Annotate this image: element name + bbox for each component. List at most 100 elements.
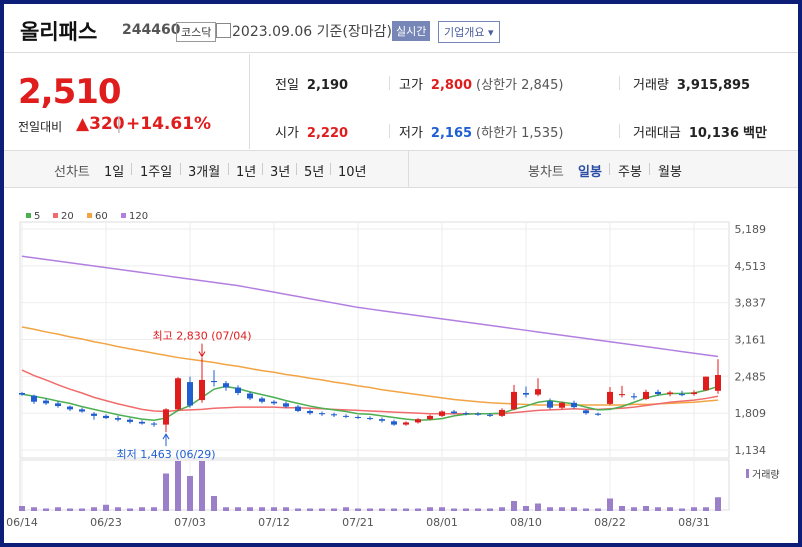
volume-bar	[379, 508, 385, 511]
chart-tabs: 선차트 1일 1주일 3개월 1년 3년 5년 10년 봉차트 일봉 주봉 월봉	[4, 150, 798, 188]
candle-body	[235, 387, 241, 393]
y-tick-label: 4,513	[735, 260, 767, 273]
stats-grid: 전일 2,190 고가 2,800 (상한가 2,845) 거래량 3,915,895 …	[249, 54, 798, 149]
candle-body	[679, 394, 685, 396]
volume-bar	[343, 507, 349, 511]
tab-1w[interactable]: 1주일	[140, 161, 172, 180]
volume-bar	[403, 508, 409, 511]
candle-body	[571, 402, 577, 408]
header: 올리패스 244460 코스닥 2023.09.06 기준(장마감) 실시간 기…	[4, 4, 798, 53]
volume-bar	[523, 506, 529, 511]
y-tick-label: 1,134	[735, 444, 767, 457]
volume-bar	[43, 508, 49, 511]
volume-bar	[103, 504, 109, 511]
candle-body	[247, 393, 253, 399]
candle-body	[103, 415, 109, 419]
candle-body	[475, 413, 481, 415]
separator: |	[116, 114, 122, 134]
candle-body	[523, 392, 529, 395]
x-tick-label: 07/21	[342, 516, 374, 529]
calendar-icon	[216, 23, 231, 38]
candle-body	[115, 418, 121, 420]
candle-body	[391, 421, 397, 425]
candle-body	[295, 406, 301, 411]
volume-bar	[163, 473, 169, 511]
tab-5y[interactable]: 5년	[304, 161, 324, 180]
volume-bar	[475, 508, 481, 511]
candle-body	[487, 414, 493, 416]
x-tick-label: 06/14	[6, 516, 38, 529]
max-label: 최고 2,830 (07/04)	[152, 330, 251, 343]
candle-body	[355, 416, 361, 418]
candle-body	[607, 391, 613, 404]
x-tick-label: 06/23	[90, 516, 122, 529]
realtime-button[interactable]: 실시간	[392, 21, 431, 41]
change-percent: +14.61%	[126, 114, 212, 134]
candle-body	[259, 398, 265, 402]
volume-bar	[415, 508, 421, 511]
volume-bar	[487, 508, 493, 511]
volume-bar	[643, 506, 649, 511]
candle-chart-label: 봉차트	[528, 165, 564, 180]
current-price: 2,510	[18, 72, 122, 112]
tab-weekly[interactable]: 주봉	[618, 161, 642, 180]
candle-body	[31, 395, 37, 402]
tab-1d[interactable]: 1일	[104, 161, 124, 180]
volume-bar	[595, 508, 601, 511]
candle-body	[331, 414, 337, 416]
company-info-button[interactable]: 기업개요 ▾	[438, 21, 500, 43]
tab-3m[interactable]: 3개월	[188, 161, 220, 180]
candle-body	[451, 411, 457, 414]
volume-bar	[235, 507, 241, 511]
candle-body	[691, 392, 697, 395]
volume-bar	[391, 508, 397, 511]
stock-code: 244460	[122, 22, 181, 38]
candle-body	[619, 394, 625, 396]
volume-bar	[703, 507, 709, 511]
volume-bar	[67, 508, 73, 511]
y-tick-label: 3,837	[735, 297, 767, 310]
volume-bar	[715, 497, 721, 511]
volume-bar	[91, 507, 97, 511]
volume-bar	[691, 507, 697, 511]
volume-bar	[199, 461, 205, 511]
volume-bar	[295, 508, 301, 511]
candle-body	[343, 415, 349, 417]
legend-swatch	[87, 213, 92, 218]
volume-bar	[451, 508, 457, 511]
stat-prev: 전일 2,190	[275, 78, 349, 93]
volume-bar	[463, 508, 469, 511]
volume-bar	[535, 503, 541, 511]
candle-body	[379, 419, 385, 421]
volume-bar	[175, 461, 181, 511]
tab-1y[interactable]: 1년	[236, 161, 256, 180]
stock-panel: 올리패스 244460 코스닥 2023.09.06 기준(장마감) 실시간 기…	[4, 4, 798, 543]
legend-swatch	[53, 213, 58, 218]
y-tick-label: 1,809	[735, 407, 767, 420]
tab-10y[interactable]: 10년	[338, 161, 367, 180]
tab-3y[interactable]: 3년	[270, 161, 290, 180]
volume-bar	[619, 506, 625, 511]
volume-bar	[31, 507, 37, 511]
tab-daily[interactable]: 일봉	[578, 161, 602, 180]
volume-bar	[331, 508, 337, 511]
candle-body	[655, 391, 661, 395]
candle-body	[199, 379, 205, 401]
legend-label: 20	[61, 211, 74, 222]
ma120-line	[21, 255, 719, 358]
stat-low: 저가 2,165 (하한가 1,535)	[399, 126, 564, 141]
legend-swatch	[121, 213, 126, 218]
volume-bar	[127, 508, 133, 511]
volume-bar	[631, 507, 637, 511]
stock-name: 올리패스	[20, 20, 98, 44]
volume-bar	[115, 507, 121, 511]
tab-monthly[interactable]: 월봉	[658, 161, 682, 180]
candle-body	[319, 413, 325, 415]
candle-body	[499, 409, 505, 416]
candle-body	[187, 382, 193, 406]
ma5-line	[21, 385, 719, 421]
candle-body	[583, 410, 589, 414]
volume-bar	[211, 496, 217, 511]
candle-body	[151, 423, 157, 425]
candle-body	[535, 389, 541, 395]
